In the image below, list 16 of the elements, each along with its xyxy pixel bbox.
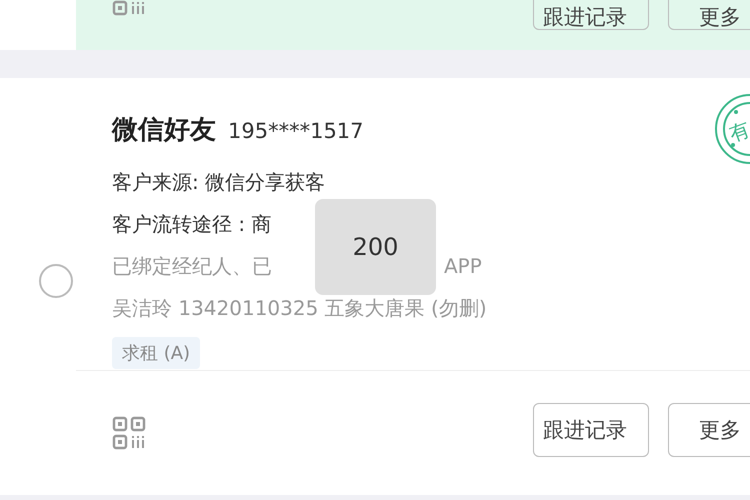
phone-number: 195****1517: [228, 119, 364, 143]
toast: 200: [315, 199, 436, 295]
tag: 求租 (A): [112, 337, 200, 369]
info-text: 客户来源: 微信分享获客: [112, 169, 326, 196]
qr-code-icon: [112, 416, 146, 450]
radio-button[interactable]: [39, 264, 73, 298]
customer-name: 微信好友: [112, 114, 216, 147]
stamp-icon: 有: [714, 93, 750, 165]
info-text: 客户流转途径 : 商: [112, 211, 272, 238]
info-text: 已绑定经纪人、已: [112, 253, 272, 280]
info-text: 吴洁玲 13420110325 五象大唐果 (勿删): [112, 295, 487, 322]
more-button[interactable]: 更多: [668, 0, 750, 30]
follow-up-button[interactable]: 跟进记录: [533, 403, 649, 457]
follow-up-button[interactable]: 跟进记录: [533, 0, 649, 30]
more-button[interactable]: 更多: [668, 403, 750, 457]
info-text: APP: [444, 253, 482, 280]
